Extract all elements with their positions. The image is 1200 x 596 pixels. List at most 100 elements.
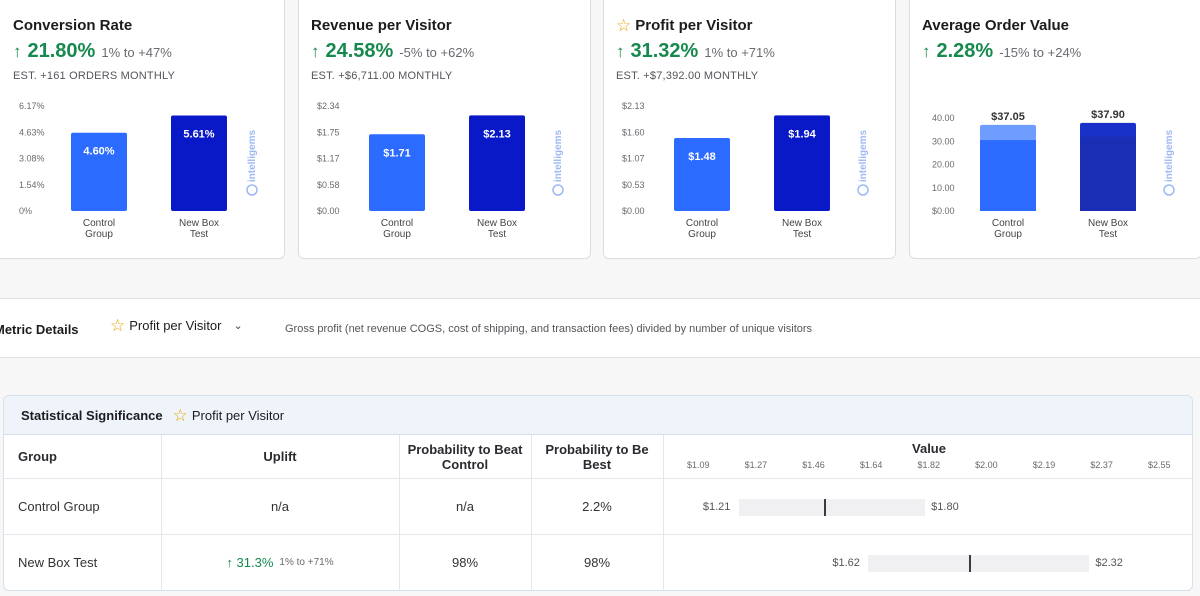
y-tick-label: $0.00 — [317, 206, 340, 216]
table-header-row: Group Uplift Probability to Beat Control… — [4, 435, 1192, 479]
value-axis-tick: $1.27 — [744, 460, 768, 470]
uplift-range: 1% to +47% — [101, 45, 172, 60]
bar-value-label: 4.60% — [83, 146, 114, 158]
x-tick-label: New Box — [179, 218, 219, 229]
x-tick-label: Control — [686, 218, 718, 229]
uplift-value: 2.28% — [936, 40, 994, 62]
card-title-text: Profit per Visitor — [635, 17, 753, 34]
metric-card[interactable]: Conversion Rate ↑ 21.80% 1% to +47% EST. +… — [0, 0, 285, 259]
prob-best: 98% — [583, 555, 611, 570]
x-tick-label: Test — [488, 229, 507, 240]
bar — [674, 138, 730, 211]
x-tick-label: New Box — [782, 218, 822, 229]
bar-value-label: 5.61% — [183, 129, 214, 141]
uplift-row: ↑ 31.32% 1% to +71% — [616, 40, 775, 63]
estimate-text: EST. +$6,711.00 MONTHLY — [311, 70, 453, 82]
card-title-text: Average Order Value — [922, 17, 1070, 34]
value-axis-tick: $1.64 — [859, 460, 883, 470]
significance-header: Statistical Significance ☆ Profit per Vi… — [4, 396, 1192, 435]
x-tick-label: Test — [190, 229, 209, 240]
bar — [71, 132, 127, 211]
value-axis-tick: $1.82 — [917, 460, 941, 470]
y-tick-label: $0.58 — [317, 180, 340, 190]
metric-card[interactable]: Average Order Value ↑ 2.28% -15% to +24% 4… — [909, 0, 1200, 259]
y-tick-label: 20.00 — [932, 160, 955, 170]
arrow-up-icon: ↑ — [13, 42, 22, 61]
confidence-interval-bar — [868, 555, 1090, 572]
value-axis-tick: $2.55 — [1148, 460, 1171, 470]
uplift-range: 1% to +71% — [279, 557, 334, 568]
metric-details-label: Metric Details — [0, 322, 79, 337]
x-tick-label: Test — [793, 229, 812, 240]
col-header-group: Group — [18, 449, 57, 464]
metric-card[interactable]: ☆ Profit per Visitor ↑ 31.32% 1% to +71% ES… — [603, 0, 896, 259]
metric-select-dropdown[interactable]: ☆ Profit per Visitor ⌄ — [110, 317, 243, 334]
group-name: New Box Test — [18, 555, 98, 570]
ci-high-label: $2.32 — [1095, 557, 1123, 569]
uplift-row: ↑ 21.80% 1% to +47% — [13, 40, 172, 63]
uplift-range: -5% to +62% — [399, 45, 475, 60]
col-header-prob-best: Probability to Be Best — [545, 441, 649, 472]
arrow-up-icon: ↑ — [616, 42, 625, 61]
estimate-text: EST. +$7,392.00 MONTHLY — [616, 70, 759, 82]
bar-chart: 6.17% 4.63% 3.08% 1.54% 0% 4.60% ControlGroup 5… — [19, 101, 258, 240]
point-estimate-marker — [824, 499, 827, 516]
y-tick-label: 6.17% — [19, 101, 45, 111]
brand-watermark: intelligems — [858, 129, 869, 182]
uplift-value: 31.3% — [236, 555, 274, 570]
arrow-up-icon: ↑ — [311, 42, 320, 61]
x-tick-label: New Box — [477, 218, 517, 229]
brand-logo-icon — [1163, 184, 1175, 196]
chevron-down-icon: ⌄ — [233, 320, 243, 332]
y-tick-label: 1.54% — [19, 180, 45, 190]
ci-low-label: $1.62 — [832, 557, 860, 569]
value-axis-tick: $2.19 — [1032, 460, 1056, 470]
brand-watermark: intelligems — [553, 129, 564, 182]
metric-details-bar: Metric Details ☆ Profit per Visitor ⌄ Gr… — [0, 298, 1200, 358]
uplift-cell: ↑ 31.3% 1% to +71% — [162, 535, 398, 590]
y-tick-label: $1.75 — [317, 127, 340, 137]
value-axis-tick: $2.37 — [1090, 460, 1113, 470]
confidence-interval-bar — [738, 499, 926, 516]
col-header-uplift: Uplift — [263, 449, 297, 464]
y-tick-label: $2.13 — [622, 101, 645, 111]
col-header-value: Value — [912, 441, 946, 456]
bar-value-label: $1.48 — [688, 151, 716, 163]
y-tick-label: $1.60 — [622, 127, 645, 137]
prob-beat-control: n/a — [455, 499, 475, 514]
x-tick-label: Control — [992, 218, 1024, 229]
y-tick-label: $0.53 — [622, 180, 645, 190]
x-tick-label: Test — [1099, 229, 1118, 240]
uplift-value: 31.32% — [630, 40, 699, 62]
uplift-range: -15% to +24% — [999, 45, 1082, 60]
brand-watermark: intelligems — [247, 129, 258, 182]
metric-card[interactable]: Revenue per Visitor ↑ 24.58% -5% to +62% E… — [298, 0, 591, 259]
y-tick-label: $0.00 — [622, 206, 645, 216]
y-tick-label: 0% — [19, 206, 32, 216]
value-axis-tick: $1.46 — [802, 460, 825, 470]
uplift-row: ↑ 24.58% -5% to +62% — [311, 40, 474, 63]
bar-chart: 40.00 30.00 20.00 10.00 $0.00 $37.05 ControlGr… — [932, 109, 1175, 240]
brand-watermark: intelligems — [1164, 129, 1175, 182]
x-tick-label: Control — [83, 218, 115, 229]
point-estimate-marker — [969, 555, 972, 572]
significance-metric-label: Profit per Visitor — [191, 407, 285, 423]
x-tick-label: Group — [994, 229, 1022, 240]
brand-logo-icon — [552, 184, 564, 196]
bar-chart: $2.13 $1.60 $1.07 $0.53 $0.00 $1.48 ControlGro… — [622, 101, 869, 240]
bar — [369, 134, 425, 211]
y-tick-label: $2.34 — [317, 101, 340, 111]
uplift-range: 1% to +71% — [704, 45, 775, 60]
card-title: Average Order Value — [922, 17, 1069, 34]
uplift-value: n/a — [270, 499, 290, 514]
bar-chart: $2.34 $1.75 $1.17 $0.58 $0.00 $1.71 ControlGro… — [317, 101, 564, 240]
prob-beat-control: 98% — [451, 555, 479, 570]
card-title: Conversion Rate — [13, 17, 132, 34]
estimate-text: EST. +161 ORDERS MONTHLY — [13, 70, 176, 82]
y-tick-label: 30.00 — [932, 136, 955, 146]
uplift-value: 21.80% — [27, 40, 96, 62]
bar-value-label: $37.05 — [991, 111, 1025, 123]
y-tick-label: 3.08% — [19, 154, 45, 164]
y-tick-label: 40.00 — [932, 113, 955, 123]
significance-title: Statistical Significance — [21, 407, 163, 423]
